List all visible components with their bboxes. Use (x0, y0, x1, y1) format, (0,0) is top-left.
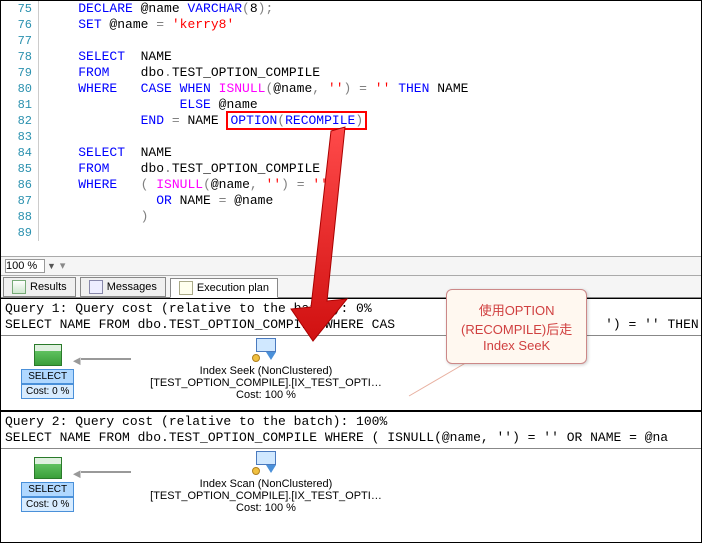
tab-messages[interactable]: Messages (80, 277, 166, 297)
zoom-bar: ▼ ▾ (1, 256, 701, 276)
line-number: 86 (1, 177, 39, 193)
line-number: 75 (1, 1, 39, 17)
plan-icon (179, 281, 193, 295)
line-number: 87 (1, 193, 39, 209)
tab-messages-label: Messages (107, 281, 157, 293)
line-number: 84 (1, 145, 39, 161)
query1-plan[interactable]: SELECT Cost: 0 % ◄ Index Seek (NonCluste… (1, 336, 701, 411)
code-line[interactable]: SET @name = 'kerry8' (39, 17, 234, 33)
line-number: 83 (1, 129, 39, 145)
code-line[interactable]: OR NAME = @name (39, 193, 273, 209)
zoom-dropdown-icon[interactable]: ▼ (47, 256, 56, 276)
line-number: 85 (1, 161, 39, 177)
query1-header: Query 1: Query cost (relative to the bat… (1, 298, 701, 336)
messages-icon (89, 280, 103, 294)
code-line[interactable]: END = NAME OPTION(RECOMPILE) (39, 113, 367, 129)
query2-connector: ◄ (81, 471, 131, 473)
code-line[interactable]: WHERE CASE WHEN ISNULL(@name, '') = '' T… (39, 81, 468, 97)
query1-select-cost: Cost: 0 % (21, 384, 74, 399)
code-line[interactable]: SELECT NAME (39, 145, 172, 161)
line-number: 82 (1, 113, 39, 129)
code-line[interactable]: SELECT NAME (39, 49, 172, 65)
line-number: 77 (1, 33, 39, 49)
index-scan-icon (252, 451, 280, 475)
tab-results[interactable]: Results (3, 277, 76, 297)
sql-editor[interactable]: 75 DECLARE @name VARCHAR(8);76 SET @name… (1, 1, 701, 256)
grid-icon (12, 280, 26, 294)
annotation-callout: 使用OPTION (RECOMPILE)后走 Index SeeK (446, 289, 587, 364)
option-recompile-highlight: OPTION(RECOMPILE) (226, 111, 367, 130)
query1-op-title: Index Seek (NonClustered) (136, 365, 396, 377)
execution-plan-panel: Query 1: Query cost (relative to the bat… (1, 298, 701, 524)
query2-header: Query 2: Query cost (relative to the bat… (1, 411, 701, 449)
callout-line2: (RECOMPILE)后走 (461, 319, 572, 338)
select-icon (34, 344, 62, 366)
zoom-separator: ▾ (60, 256, 66, 276)
query2-op-title: Index Scan (NonClustered) (136, 478, 396, 490)
code-line[interactable]: DECLARE @name VARCHAR(8); (39, 1, 273, 17)
line-number: 78 (1, 49, 39, 65)
code-line[interactable]: ) (39, 209, 148, 225)
line-number: 88 (1, 209, 39, 225)
tab-execution-plan[interactable]: Execution plan (170, 278, 278, 298)
results-tabs: Results Messages Execution plan (1, 276, 701, 298)
index-seek-icon (252, 338, 280, 362)
callout-line1: 使用OPTION (461, 300, 572, 319)
query2-select-node[interactable]: SELECT Cost: 0 % (21, 457, 74, 512)
select-icon (34, 457, 62, 479)
query2-op-cost: Cost: 100 % (136, 502, 396, 514)
query1-seek-node[interactable]: Index Seek (NonClustered) [TEST_OPTION_C… (136, 338, 396, 401)
query1-op-cost: Cost: 100 % (136, 389, 396, 401)
query1-select-label: SELECT (21, 369, 74, 384)
line-number: 80 (1, 81, 39, 97)
line-number: 89 (1, 225, 39, 241)
code-line[interactable]: ELSE @name (39, 97, 258, 113)
line-number: 79 (1, 65, 39, 81)
code-line[interactable]: FROM dbo.TEST_OPTION_COMPILE (39, 161, 320, 177)
query2-plan[interactable]: SELECT Cost: 0 % ◄ Index Scan (NonCluste… (1, 449, 701, 524)
tab-plan-label: Execution plan (197, 282, 269, 294)
line-number: 76 (1, 17, 39, 33)
code-line[interactable]: FROM dbo.TEST_OPTION_COMPILE (39, 65, 320, 81)
line-number: 81 (1, 97, 39, 113)
query1-op-detail: [TEST_OPTION_COMPILE].[IX_TEST_OPTI… (136, 377, 396, 389)
query2-scan-node[interactable]: Index Scan (NonClustered) [TEST_OPTION_C… (136, 451, 396, 514)
callout-line3: Index SeeK (461, 338, 572, 353)
query2-op-detail: [TEST_OPTION_COMPILE].[IX_TEST_OPTI… (136, 490, 396, 502)
query1-select-node[interactable]: SELECT Cost: 0 % (21, 344, 74, 399)
zoom-input[interactable] (5, 259, 45, 273)
query2-select-cost: Cost: 0 % (21, 497, 74, 512)
query2-select-label: SELECT (21, 482, 74, 497)
code-line[interactable]: WHERE ( ISNULL(@name, '') = '' (39, 177, 328, 193)
tab-results-label: Results (30, 281, 67, 293)
query1-connector: ◄ (81, 358, 131, 360)
